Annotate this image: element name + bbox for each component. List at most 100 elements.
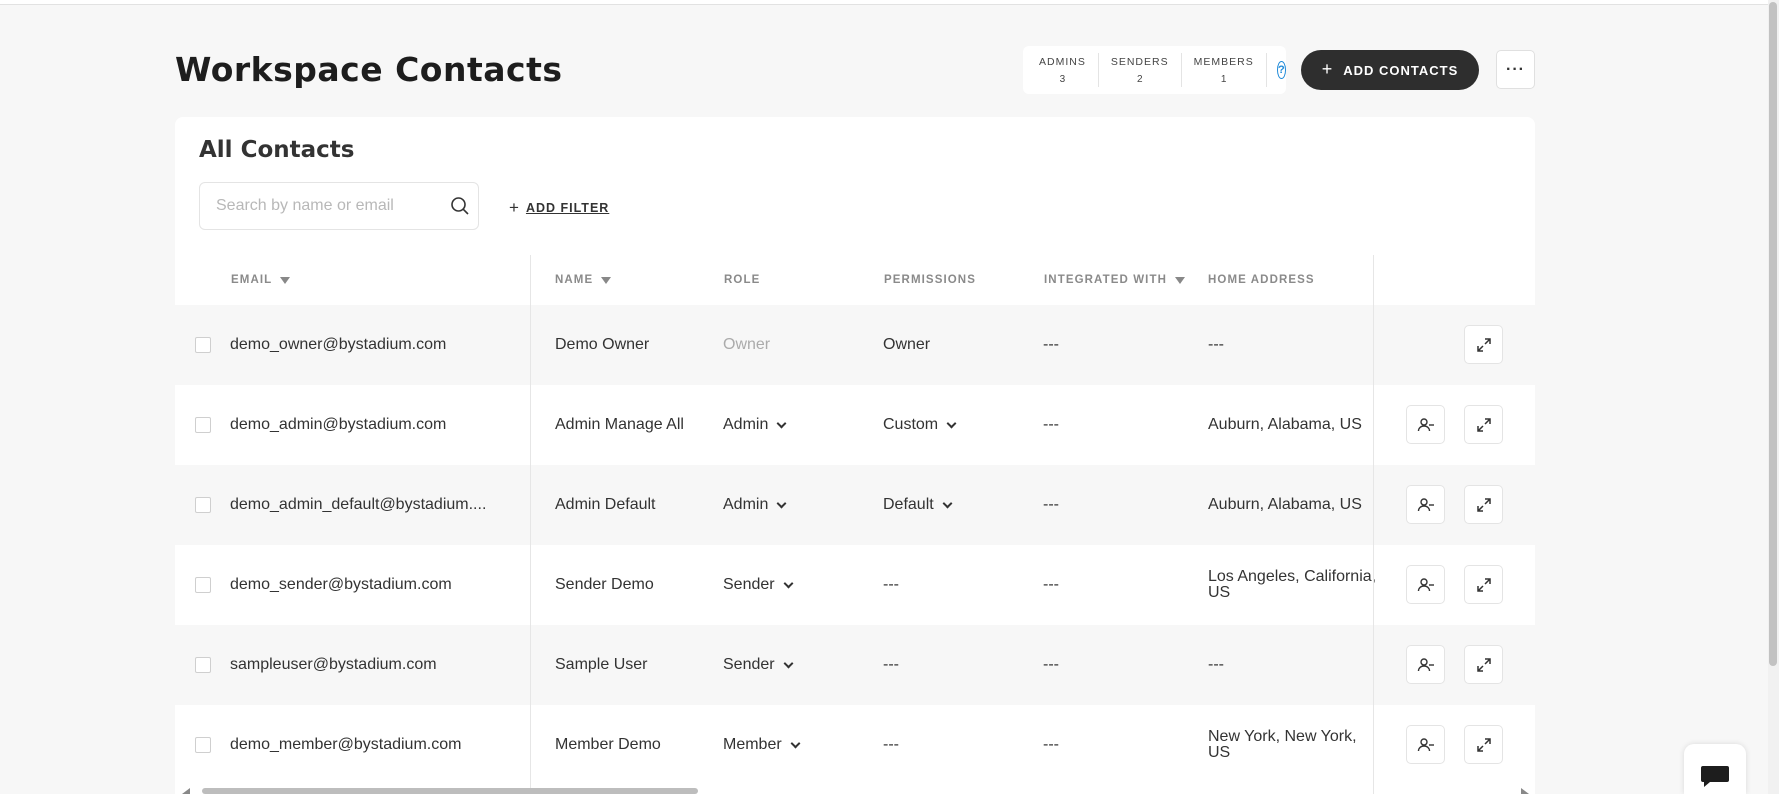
count-label: ADMINS bbox=[1039, 55, 1086, 68]
remove-user-icon bbox=[1417, 737, 1434, 751]
add-filter-button[interactable]: + ADD FILTER bbox=[509, 198, 609, 218]
chevron-down-icon bbox=[783, 578, 794, 588]
chat-button[interactable] bbox=[1684, 744, 1746, 794]
row-checkbox[interactable] bbox=[195, 417, 211, 433]
role-dropdown[interactable]: Admin bbox=[723, 465, 787, 545]
email-cell: demo_admin@bystadium.com bbox=[230, 416, 447, 433]
chevron-down-icon bbox=[942, 498, 953, 508]
column-divider bbox=[1373, 255, 1374, 794]
search-icon[interactable] bbox=[450, 196, 470, 221]
count-admins: ADMINS 3 bbox=[1027, 53, 1099, 87]
remove-user-icon bbox=[1417, 497, 1434, 511]
role-dropdown[interactable]: Sender bbox=[723, 625, 794, 705]
chevron-down-icon bbox=[776, 498, 787, 508]
integrated-cell: --- bbox=[1043, 496, 1059, 513]
add-contacts-button[interactable]: + ADD CONTACTS bbox=[1301, 50, 1479, 90]
permissions-cell: Owner bbox=[883, 336, 931, 353]
name-cell: Sample User bbox=[555, 656, 648, 673]
column-header-address: HOME ADDRESS bbox=[1208, 274, 1315, 286]
chevron-down-icon bbox=[790, 738, 801, 748]
table-header: EMAIL NAME ROLE PERMISSIONS INTEGRATED W… bbox=[175, 255, 1535, 305]
horizontal-scrollbar[interactable] bbox=[202, 788, 698, 794]
table-row: sampleuser@bystadium.com Sample User Sen… bbox=[175, 625, 1535, 705]
plus-icon: + bbox=[1321, 58, 1334, 79]
search-input[interactable] bbox=[200, 183, 420, 229]
role-dropdown[interactable]: Admin bbox=[723, 385, 787, 465]
address-cell: Los Angeles, California, US bbox=[1208, 568, 1377, 601]
row-checkbox[interactable] bbox=[195, 737, 211, 753]
add-filter-label: ADD FILTER bbox=[525, 201, 610, 215]
chevron-down-icon bbox=[776, 418, 787, 428]
permissions-dropdown[interactable]: Default bbox=[883, 465, 953, 545]
chat-icon bbox=[1701, 766, 1729, 787]
sort-icon[interactable] bbox=[280, 276, 291, 284]
email-cell: demo_owner@bystadium.com bbox=[230, 336, 447, 353]
expand-button[interactable] bbox=[1464, 485, 1503, 524]
expand-button[interactable] bbox=[1464, 645, 1503, 684]
remove-user-button[interactable] bbox=[1406, 725, 1445, 764]
vertical-scrollbar[interactable] bbox=[1769, 2, 1777, 666]
integrated-cell: --- bbox=[1043, 736, 1059, 753]
name-cell: Demo Owner bbox=[555, 336, 650, 353]
count-value: 1 bbox=[1220, 73, 1227, 85]
count-label: SENDERS bbox=[1110, 55, 1169, 68]
permissions-dropdown[interactable]: Custom bbox=[883, 385, 957, 465]
column-divider bbox=[530, 255, 531, 794]
page-title: Workspace Contacts bbox=[175, 50, 563, 89]
help-icon[interactable]: ? bbox=[1276, 61, 1286, 79]
role-dropdown[interactable]: Member bbox=[723, 705, 801, 785]
sort-icon[interactable] bbox=[601, 276, 612, 284]
count-senders: SENDERS 2 bbox=[1099, 53, 1182, 87]
name-cell: Admin Default bbox=[555, 496, 656, 513]
row-checkbox[interactable] bbox=[195, 577, 211, 593]
name-cell: Admin Manage All bbox=[555, 416, 684, 433]
scroll-left-icon[interactable] bbox=[182, 788, 190, 794]
count-value: 2 bbox=[1136, 73, 1143, 85]
integrated-cell: --- bbox=[1043, 656, 1059, 673]
role-dropdown[interactable]: Sender bbox=[723, 545, 794, 625]
expand-button[interactable] bbox=[1464, 565, 1503, 604]
scroll-right-icon[interactable] bbox=[1521, 788, 1529, 794]
remove-user-button[interactable] bbox=[1406, 565, 1445, 604]
permissions-cell: --- bbox=[883, 656, 899, 673]
count-value: 3 bbox=[1059, 73, 1066, 85]
name-cell: Sender Demo bbox=[555, 576, 654, 593]
remove-user-icon bbox=[1417, 417, 1434, 431]
contacts-card: All Contacts + ADD FILTER EMAIL NAME ROL… bbox=[175, 117, 1535, 794]
column-header-integrated[interactable]: INTEGRATED WITH bbox=[1044, 255, 1185, 305]
expand-icon bbox=[1476, 737, 1491, 752]
name-cell: Member Demo bbox=[555, 736, 661, 753]
address-cell: --- bbox=[1208, 336, 1224, 353]
remove-user-icon bbox=[1417, 657, 1434, 671]
integrated-cell: --- bbox=[1043, 416, 1059, 433]
expand-button[interactable] bbox=[1464, 405, 1503, 444]
row-checkbox[interactable] bbox=[195, 497, 211, 513]
integrated-cell: --- bbox=[1043, 576, 1059, 593]
email-cell: demo_admin_default@bystadium.... bbox=[230, 496, 487, 513]
column-header-email[interactable]: EMAIL bbox=[231, 255, 291, 305]
add-contacts-label: ADD CONTACTS bbox=[1343, 62, 1459, 78]
more-options-button[interactable]: ··· bbox=[1496, 50, 1535, 89]
expand-button[interactable] bbox=[1464, 725, 1503, 764]
card-title: All Contacts bbox=[199, 137, 355, 163]
plus-icon: + bbox=[509, 198, 520, 217]
search-box bbox=[199, 182, 479, 230]
row-checkbox[interactable] bbox=[195, 657, 211, 673]
email-cell: sampleuser@bystadium.com bbox=[230, 656, 437, 673]
expand-icon bbox=[1476, 417, 1491, 432]
email-cell: demo_member@bystadium.com bbox=[230, 736, 462, 753]
sort-icon[interactable] bbox=[1174, 276, 1185, 284]
table-row: demo_owner@bystadium.com Demo Owner Owne… bbox=[175, 305, 1535, 385]
chevron-down-icon bbox=[783, 658, 794, 668]
count-label: MEMBERS bbox=[1193, 55, 1254, 68]
expand-icon bbox=[1476, 577, 1491, 592]
permissions-cell: --- bbox=[883, 576, 899, 593]
expand-button[interactable] bbox=[1464, 325, 1503, 364]
remove-user-button[interactable] bbox=[1406, 405, 1445, 444]
remove-user-button[interactable] bbox=[1406, 485, 1445, 524]
address-cell: New York, New York, US bbox=[1208, 728, 1357, 761]
row-checkbox[interactable] bbox=[195, 337, 211, 353]
column-header-name[interactable]: NAME bbox=[555, 255, 612, 305]
table-row: demo_member@bystadium.com Member Demo Me… bbox=[175, 705, 1535, 785]
remove-user-button[interactable] bbox=[1406, 645, 1445, 684]
